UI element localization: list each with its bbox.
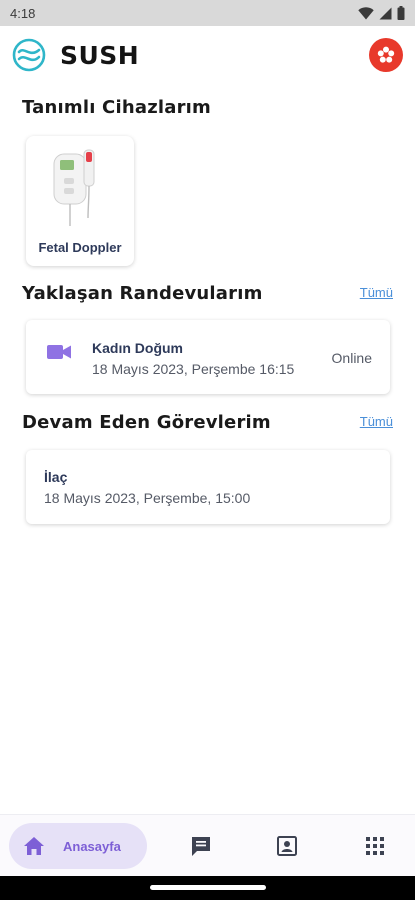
nav-chat-tab[interactable]	[180, 823, 222, 869]
nav-home-label: Anasayfa	[63, 838, 121, 854]
wifi-icon	[358, 6, 374, 19]
apps-grid-icon	[366, 837, 384, 855]
appointment-card[interactable]: Kadın Doğum 18 Mayıs 2023, Perşembe 16:1…	[26, 320, 390, 394]
home-icon	[24, 837, 44, 855]
app-title: SUSH	[60, 40, 140, 70]
appointments-see-all-link[interactable]: Tümü	[360, 285, 393, 300]
fetal-doppler-device-image	[53, 149, 95, 226]
signal-icon	[379, 7, 392, 19]
appointment-status: Online	[331, 350, 372, 366]
tasks-section-title: Devam Eden Görevlerim	[22, 412, 271, 433]
devices-section-title: Tanımlı Cihazlarım	[22, 97, 211, 118]
device-card-fetal-doppler[interactable]: Fetal Doppler	[26, 136, 134, 266]
battery-icon	[397, 6, 405, 20]
status-icons	[358, 6, 405, 20]
app-bar: SUSH	[0, 26, 415, 84]
appointment-datetime: 18 Mayıs 2023, Perşembe 16:15	[92, 361, 295, 377]
video-icon	[47, 345, 71, 359]
bottom-navigation: Anasayfa	[0, 814, 415, 876]
task-card[interactable]: İlaç 18 Mayıs 2023, Perşembe, 15:00	[26, 450, 390, 524]
nav-home-tab[interactable]: Anasayfa	[9, 823, 147, 869]
appointment-title: Kadın Doğum	[92, 340, 183, 356]
home-gesture-handle[interactable]	[150, 885, 266, 890]
nav-contact-tab[interactable]	[266, 823, 308, 869]
device-label: Fetal Doppler	[38, 240, 122, 255]
system-gesture-bar	[0, 876, 415, 900]
appointments-section-title: Yaklaşan Randevularım	[22, 283, 263, 304]
chat-icon	[192, 837, 210, 856]
contact-icon	[277, 836, 297, 856]
tasks-see-all-link[interactable]: Tümü	[360, 414, 393, 429]
sush-logo-icon	[12, 38, 46, 72]
notification-button[interactable]	[369, 38, 403, 72]
task-datetime: 18 Mayıs 2023, Perşembe, 15:00	[44, 490, 251, 506]
nav-apps-tab[interactable]	[354, 823, 396, 869]
status-bar: 4:18	[0, 0, 415, 26]
flower-icon	[377, 46, 395, 63]
status-time: 4:18	[10, 5, 36, 21]
task-title: İlaç	[44, 469, 68, 485]
